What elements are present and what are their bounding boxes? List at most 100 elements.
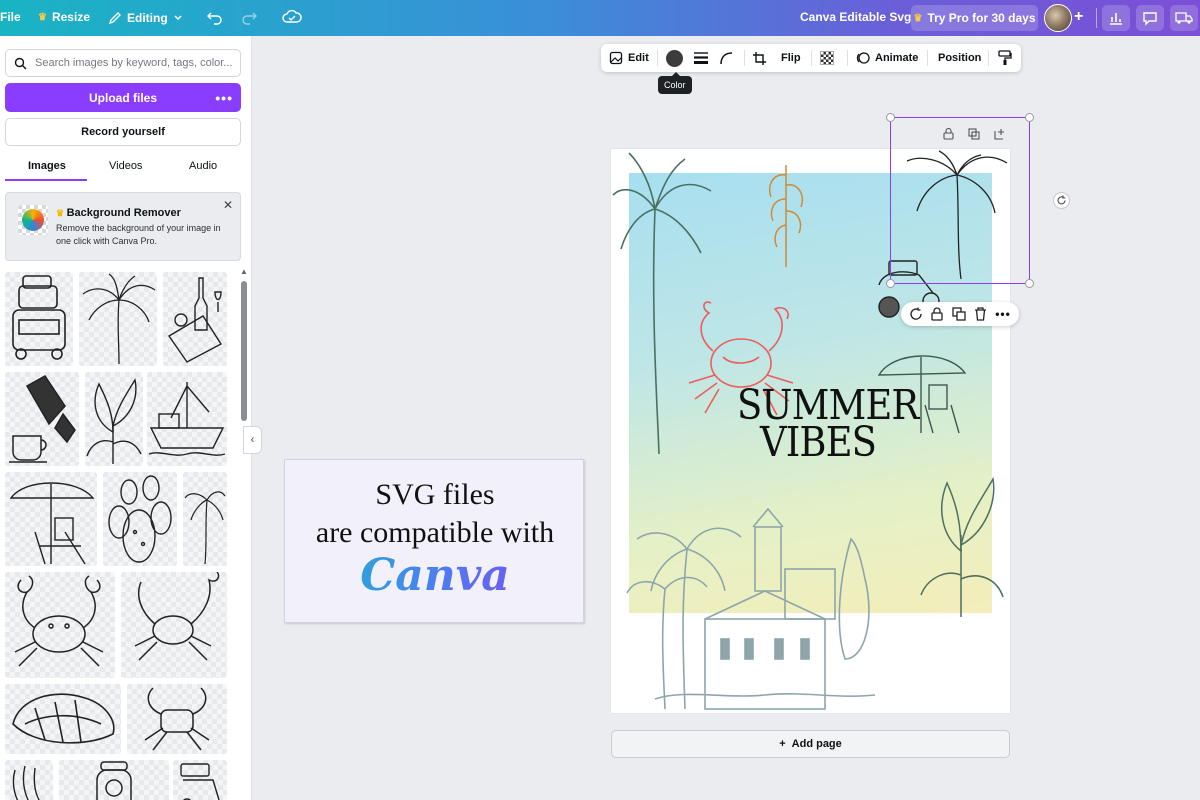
tab-videos[interactable]: Videos [109,160,142,172]
replace-icon[interactable] [909,307,923,321]
headline-text[interactable]: SUMMER VIBES [737,385,919,463]
flip-label: Flip [781,52,801,64]
editing-mode-dropdown[interactable]: Editing [108,8,183,28]
resize-button[interactable]: ♛ Resize [38,10,90,24]
add-page-icon[interactable] [994,128,1006,140]
canva-logo: Canva [285,550,585,601]
image-thumbnail-bananas[interactable] [5,760,53,800]
crop-button[interactable] [752,44,767,72]
top-bar: File ♛ Resize Editing Canva Editable Svg… [0,0,1200,36]
file-menu[interactable]: File [0,10,21,24]
paint-roller-icon [998,50,1012,65]
image-thumbnail-jar[interactable] [59,760,169,800]
image-thumbnail-scooter[interactable] [173,760,227,800]
add-collaborator-button[interactable]: + [1074,8,1083,26]
resize-handle-top-right[interactable] [1025,113,1034,122]
color-button[interactable] [666,44,683,72]
resize-handle-bottom-right[interactable] [1025,279,1034,288]
image-thumbnail-crab[interactable] [5,572,115,678]
chevron-left-icon: ‹ [250,434,255,446]
search-input[interactable] [35,57,235,69]
print-delivery-button[interactable] [1170,5,1198,31]
try-pro-label: Try Pro for 30 days [927,11,1036,25]
corner-radius-icon [720,52,733,65]
image-thumbnail-cactus[interactable] [103,472,177,566]
animate-label: Animate [875,52,919,64]
position-button[interactable]: Position [938,44,981,72]
image-thumbnail-crab-small[interactable] [127,684,227,754]
image-icon [609,51,623,65]
image-thumbnail-banana-leaf[interactable] [85,372,143,466]
resize-handle-top-left[interactable] [886,113,895,122]
image-thumbnail-palm[interactable] [79,272,157,366]
promo-description: Remove the background of your image in o… [56,223,221,246]
transparency-button[interactable] [820,44,834,72]
tab-audio[interactable]: Audio [189,160,217,172]
add-page-button[interactable]: + Add page [611,730,1010,758]
card-line-1: SVG files [375,478,495,511]
scrollbar[interactable] [241,281,247,421]
edit-image-button[interactable]: Edit [609,44,649,72]
coastal-town-illustration[interactable] [625,499,885,713]
resize-handle-bottom-left[interactable] [886,279,895,288]
transparency-icon [820,51,834,65]
trash-icon[interactable] [974,307,987,321]
rotate-button[interactable] [1053,192,1070,209]
search-box[interactable] [5,49,241,77]
upload-files-button[interactable]: Upload files ••• [5,83,241,112]
document-title[interactable]: Canva Editable Svg [800,10,911,24]
duplicate-icon[interactable] [952,307,966,321]
border-style-button[interactable] [693,44,709,72]
image-thumbnail-umbrella[interactable] [5,472,97,566]
avatar[interactable] [1044,4,1072,32]
lock-icon[interactable] [943,128,954,140]
duplicate-icon[interactable] [968,128,980,140]
more-options-icon[interactable]: ••• [215,90,233,106]
image-gallery [5,272,237,800]
truck-icon [1175,12,1193,24]
plus-icon: + [779,738,786,750]
upload-files-label: Upload files [88,90,157,105]
image-thumbnail-shell[interactable] [5,684,121,754]
promo-title-text: Background Remover [66,207,181,219]
more-options-icon[interactable]: ••• [995,307,1011,321]
copy-style-button[interactable] [998,44,1012,72]
line-weight-icon [694,52,708,64]
comment-icon [1143,12,1157,26]
side-panel: Upload files ••• Record yourself Images … [0,36,252,800]
image-thumbnail-coffee[interactable] [5,372,79,466]
redo-button[interactable] [240,8,258,29]
compatibility-card: SVG files are compatible with Canva [284,459,584,623]
banana-illustration[interactable] [761,155,811,270]
corner-rounding-button[interactable] [719,44,733,72]
image-thumbnail-boat[interactable] [147,372,227,466]
image-thumbnail-car[interactable] [5,272,73,366]
crown-icon: ♛ [913,12,923,24]
crown-icon: ♛ [38,11,47,23]
undo-button[interactable] [206,8,224,29]
image-thumbnail-crab-claws[interactable] [121,572,227,678]
try-pro-button[interactable]: ♛ Try Pro for 30 days [911,5,1038,31]
image-thumbnail-picnic[interactable] [163,272,227,366]
collapse-panel-button[interactable]: ‹ [243,426,262,454]
record-yourself-button[interactable]: Record yourself [5,118,241,146]
element-toolbar: Edit Flip Animate Position [601,44,1021,72]
file-label: File [0,10,21,24]
scroll-up-icon[interactable]: ▲ [240,267,248,276]
save-status-button[interactable] [282,8,302,29]
banana-leaf-illustration[interactable] [917,475,1007,619]
lock-icon[interactable] [931,307,944,321]
close-icon[interactable]: ✕ [223,198,233,212]
tab-images[interactable]: Images [28,160,66,172]
comments-button[interactable] [1136,5,1164,31]
background-remover-promo[interactable]: ♛ Background Remover Remove the backgrou… [5,192,241,261]
divider [744,50,745,66]
selection-frame[interactable] [886,113,1034,288]
image-thumbnail-small-palm[interactable] [183,472,227,566]
insights-button[interactable] [1102,5,1130,31]
media-tabs: Images Videos Audio [5,156,241,182]
color-swatch [666,49,683,67]
divider [988,50,989,66]
animate-button[interactable]: Animate [856,44,918,72]
flip-button[interactable]: Flip [781,44,801,72]
